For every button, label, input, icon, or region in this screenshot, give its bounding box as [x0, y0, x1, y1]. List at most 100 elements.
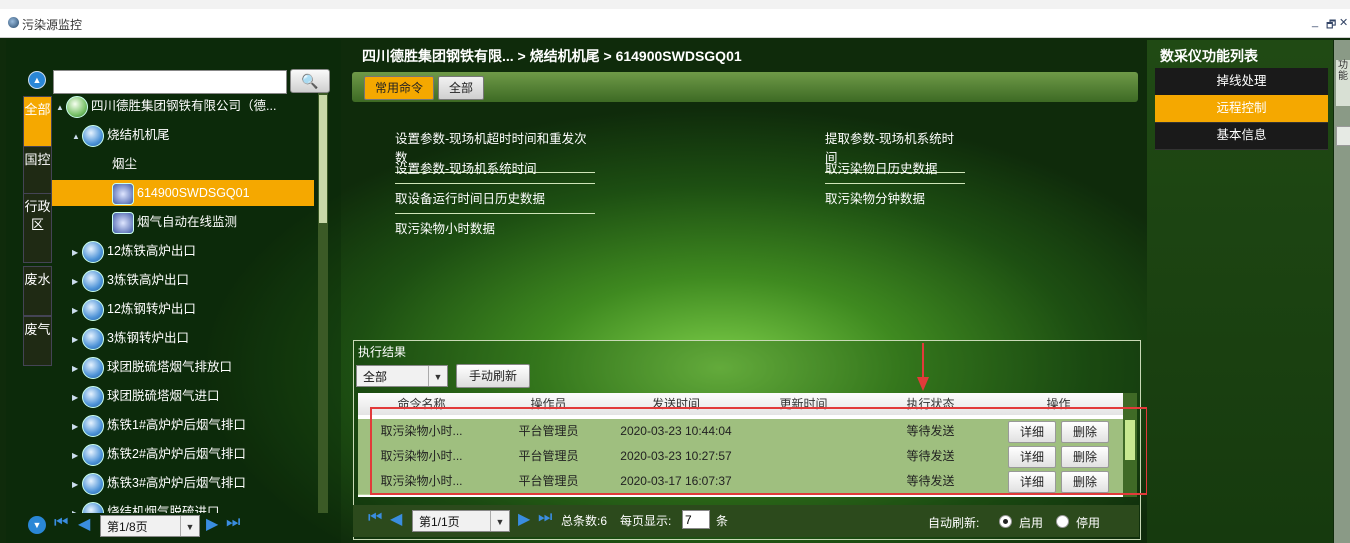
results-page-select[interactable]: 第1/1页 ▼: [412, 510, 510, 532]
tree-node-selected[interactable]: 614900SWDSGQ01: [52, 180, 314, 206]
expand-toggle-icon[interactable]: ▶: [72, 240, 82, 266]
vtab-wastewater[interactable]: 废水: [23, 266, 52, 316]
function-item-remote-control[interactable]: 远程控制: [1155, 95, 1328, 123]
expand-toggle-icon[interactable]: ▶: [72, 327, 82, 353]
first-page-icon[interactable]: ⏮: [54, 514, 68, 532]
total-count: 总条数:6: [561, 514, 608, 528]
tree-node[interactable]: 烟气自动在线监测: [52, 209, 314, 235]
station-icon: [82, 298, 104, 321]
tab-common-commands[interactable]: 常用命令: [364, 76, 435, 100]
restore-button[interactable]: 🗗: [1326, 16, 1336, 35]
window-title: 污染源监控: [22, 18, 83, 32]
tree-node-label: 炼铁3#高炉炉后烟气排口: [107, 476, 246, 490]
tree-node[interactable]: ▲ 四川德胜集团钢铁有限公司（德...: [52, 93, 314, 119]
expand-toggle-icon[interactable]: ▶: [72, 501, 82, 513]
auto-refresh-enable-radio[interactable]: [999, 515, 1012, 528]
function-item-offline[interactable]: 掉线处理: [1155, 68, 1328, 96]
tree-node[interactable]: ▶ 3炼钢转炉出口: [52, 325, 314, 351]
station-icon: [82, 443, 104, 466]
tree-node-label: 烟气自动在线监测: [137, 215, 238, 229]
tree-node-label: 614900SWDSGQ01: [137, 186, 250, 200]
per-page-unit: 条: [716, 514, 729, 528]
tree-node-label: 四川德胜集团钢铁有限公司（德...: [91, 99, 277, 113]
tree-node[interactable]: ▶ 3炼铁高炉出口: [52, 267, 314, 293]
station-icon: [82, 240, 104, 263]
command-link[interactable]: 取设备运行时间日历史数据: [395, 188, 595, 214]
left-page-label: 第1/8页: [107, 520, 148, 534]
per-page-label: 每页显示:: [620, 514, 672, 528]
annotation-arrow-icon: [917, 343, 929, 391]
filter-value: 全部: [363, 370, 388, 384]
expand-toggle-icon[interactable]: ▲: [56, 95, 66, 121]
tree-node[interactable]: ▲ 烧结机机尾: [52, 122, 314, 148]
tree-node-label: 烧结机烟气脱硫进口: [107, 505, 220, 513]
tree-node-label: 3炼钢转炉出口: [107, 331, 189, 345]
function-item-basic-info[interactable]: 基本信息: [1155, 122, 1328, 150]
expand-toggle-icon[interactable]: ▶: [72, 385, 82, 411]
expand-toggle-icon[interactable]: ▶: [72, 472, 82, 498]
top-strip: [0, 0, 1350, 9]
tree-node-label: 烟尘: [112, 157, 138, 171]
expand-toggle-icon[interactable]: ▶: [72, 269, 82, 295]
station-icon: [82, 414, 104, 437]
tree-node[interactable]: ▶ 炼铁1#高炉炉后烟气排口: [52, 412, 314, 438]
per-page-input[interactable]: [682, 510, 710, 529]
manual-refresh-button[interactable]: 手动刷新: [456, 364, 530, 388]
minimize-button[interactable]: _: [1312, 16, 1318, 28]
prev-page-icon[interactable]: ◀: [78, 514, 90, 534]
device-icon: [112, 182, 134, 205]
tree-node[interactable]: ▶ 12炼铁高炉出口: [52, 238, 314, 264]
breadcrumb: 四川德胜集团钢铁有限... > 烧结机机尾 > 614900SWDSGQ01: [362, 48, 742, 64]
command-link[interactable]: 设置参数-现场机系统时间: [395, 158, 595, 184]
tree-node[interactable]: ▶ 球团脱硫塔烟气排放口: [52, 354, 314, 380]
highlight-box: [370, 407, 1148, 495]
auto-refresh-label: 自动刷新:: [928, 516, 980, 530]
tree-node[interactable]: ▶ 12炼钢转炉出口: [52, 296, 314, 322]
prev-page-icon[interactable]: ◀: [390, 509, 402, 529]
tree-node[interactable]: ▶ 烧结机烟气脱硫进口: [52, 499, 314, 513]
next-page-icon[interactable]: ▶: [206, 514, 218, 534]
station-icon: [82, 385, 104, 408]
vtab-all[interactable]: 全部: [23, 96, 52, 150]
tree-node-label: 12炼钢转炉出口: [107, 302, 196, 316]
vtab-district[interactable]: 行政区: [23, 193, 52, 263]
tree-node-label: 球团脱硫塔烟气排放口: [107, 360, 233, 374]
collapse-down-icon[interactable]: ▼: [28, 516, 46, 534]
house-icon: [66, 95, 88, 118]
results-filter-select[interactable]: 全部 ▼: [356, 365, 448, 387]
first-page-icon[interactable]: ⏮: [368, 509, 382, 527]
window-toggle-button[interactable]: [1336, 126, 1350, 146]
expand-toggle-icon[interactable]: ▶: [72, 414, 82, 440]
function-toggle-button[interactable]: 功能: [1336, 60, 1350, 106]
tab-all-commands[interactable]: 全部: [438, 76, 485, 100]
tree-node[interactable]: ▶ 炼铁2#高炉炉后烟气排口: [52, 441, 314, 467]
command-link[interactable]: 取污染物分钟数据: [825, 188, 925, 213]
expand-toggle-icon[interactable]: ▶: [72, 443, 82, 469]
expand-toggle-icon[interactable]: ▶: [72, 356, 82, 382]
tree-search-input[interactable]: [53, 70, 287, 94]
vtab-national[interactable]: 国控: [23, 146, 52, 196]
chevron-down-icon: ▼: [428, 366, 447, 386]
command-link[interactable]: 取污染物日历史数据: [825, 158, 965, 184]
close-button[interactable]: ✕: [1339, 16, 1348, 29]
collapse-up-icon[interactable]: ▲: [28, 71, 46, 89]
expand-toggle-icon[interactable]: ▶: [72, 298, 82, 324]
chevron-down-icon: ▼: [180, 516, 199, 536]
last-page-icon[interactable]: ⏭: [226, 514, 240, 532]
next-page-icon[interactable]: ▶: [518, 509, 530, 529]
window-titlebar: 污染源监控 _ 🗗 ✕: [0, 9, 1350, 38]
tree-node[interactable]: ▶ 球团脱硫塔烟气进口: [52, 383, 314, 409]
auto-refresh-disable-radio[interactable]: [1056, 515, 1069, 528]
expand-toggle-icon[interactable]: ▲: [72, 124, 82, 150]
tree-scroll-thumb[interactable]: [319, 95, 327, 223]
tree-node[interactable]: ▶ 炼铁3#高炉炉后烟气排口: [52, 470, 314, 496]
app-icon: [8, 17, 19, 28]
tree-node-label: 炼铁1#高炉炉后烟气排口: [107, 418, 246, 432]
last-page-icon[interactable]: ⏭: [538, 509, 552, 527]
command-link[interactable]: 取污染物小时数据: [395, 218, 495, 243]
left-page-select[interactable]: 第1/8页 ▼: [100, 515, 200, 537]
right-edge-bar: [1334, 40, 1350, 543]
vtab-wastegas[interactable]: 废气: [23, 316, 52, 366]
search-button[interactable]: 🔍: [290, 69, 330, 93]
tree-node[interactable]: 烟尘: [52, 151, 314, 177]
